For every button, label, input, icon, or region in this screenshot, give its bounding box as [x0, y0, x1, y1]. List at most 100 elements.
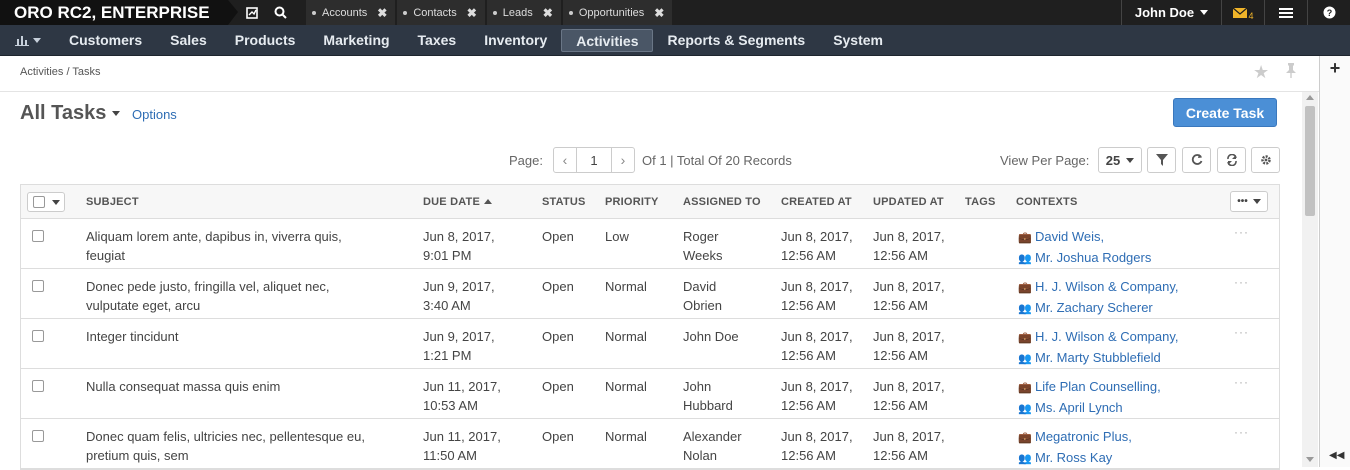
column-assigned-to[interactable]: ASSIGNED TO	[683, 196, 761, 208]
brand-logo[interactable]: ORO RC2, ENTERPRISE	[0, 0, 228, 25]
top-bar: ORO RC2, ENTERPRISE Accounts ✖ Contacts ✖ …	[0, 0, 1350, 25]
column-priority[interactable]: PRIORITY	[605, 196, 659, 208]
row-checkbox[interactable]	[32, 230, 44, 242]
user-menu[interactable]: John Doe	[1121, 0, 1221, 25]
pinned-tab-opportunities[interactable]: Opportunities ✖	[562, 0, 673, 25]
star-icon[interactable]: ★	[1253, 62, 1269, 83]
cell-due-date: Jun 9, 2017, 1:21 PM	[423, 327, 495, 365]
settings-button[interactable]	[1251, 147, 1280, 173]
prev-page-button[interactable]: ‹	[554, 148, 576, 172]
context-link[interactable]: Life Plan Counselling,	[1035, 379, 1161, 394]
dashboard-menu[interactable]	[0, 25, 55, 56]
cell-updated-at-line: 12:56 AM	[873, 398, 928, 413]
hamburger-menu-button[interactable]	[1264, 0, 1307, 25]
filter-button[interactable]	[1147, 147, 1176, 173]
column-created-at[interactable]: CREATED AT	[781, 196, 852, 208]
cell-subject-line: pretium quis, sem	[86, 448, 189, 463]
context-link[interactable]: Mr. Zachary Scherer	[1035, 300, 1153, 315]
pinned-tab-contacts[interactable]: Contacts ✖	[397, 0, 485, 25]
refresh-button[interactable]	[1182, 147, 1211, 173]
page-number-input[interactable]: 1	[576, 148, 612, 172]
context-link[interactable]: H. J. Wilson & Company,	[1035, 329, 1179, 344]
select-all-checkbox[interactable]	[33, 196, 45, 208]
menu-system[interactable]: System	[819, 29, 897, 52]
add-widget-icon[interactable]: +	[1320, 58, 1350, 79]
pinned-tab-accounts[interactable]: Accounts ✖	[306, 0, 396, 25]
table-row[interactable]: Nulla consequat massa quis enim Jun 11, …	[21, 369, 1279, 419]
pin-icon[interactable]	[1284, 62, 1298, 83]
menu-sales[interactable]: Sales	[156, 29, 221, 52]
page-title[interactable]: All Tasks	[20, 102, 121, 125]
expand-sidebar-icon[interactable]: ◀◀	[1329, 450, 1344, 461]
reset-icon	[1226, 154, 1237, 166]
pin-tab-icon[interactable]	[238, 0, 266, 25]
next-page-button[interactable]: ›	[612, 148, 634, 172]
options-link[interactable]: Options	[132, 107, 177, 122]
menu-inventory[interactable]: Inventory	[470, 29, 561, 52]
column-status[interactable]: STATUS	[542, 196, 586, 208]
help-button[interactable]: ?	[1307, 0, 1350, 25]
context-link[interactable]: Mr. Marty Stubblefield	[1035, 350, 1161, 365]
row-checkbox[interactable]	[32, 430, 44, 442]
close-icon[interactable]: ✖	[654, 6, 664, 20]
cell-due-date-line: Jun 9, 2017,	[423, 329, 495, 344]
menu-reports-segments[interactable]: Reports & Segments	[653, 29, 819, 52]
scrollbar-thumb[interactable]	[1305, 106, 1315, 216]
context-link[interactable]: Ms. April Lynch	[1035, 400, 1123, 415]
cell-assigned-to: Alexander Nolan	[683, 427, 742, 465]
menu-customers[interactable]: Customers	[55, 29, 156, 52]
row-actions-button[interactable]: ···	[1234, 375, 1249, 389]
table-row[interactable]: Donec pede justo, fringilla vel, aliquet…	[21, 269, 1279, 319]
pinned-tab-leads[interactable]: Leads ✖	[486, 0, 561, 25]
context-link[interactable]: David Weis,	[1035, 229, 1104, 244]
search-icon[interactable]	[266, 0, 294, 25]
reset-button[interactable]	[1217, 147, 1246, 173]
page-title-text: All Tasks	[20, 102, 107, 124]
context-link[interactable]: Mr. Joshua Rodgers	[1035, 250, 1151, 265]
per-page-select[interactable]: 25	[1098, 147, 1142, 173]
mass-select-dropdown[interactable]	[27, 192, 65, 212]
cell-assigned-to: David Obrien	[683, 277, 722, 315]
scroll-down-icon[interactable]	[1306, 457, 1314, 462]
close-icon[interactable]: ✖	[543, 6, 553, 20]
close-icon[interactable]: ✖	[467, 6, 477, 20]
notifications-button[interactable]: 4	[1221, 0, 1264, 25]
cell-subject-line: feugiat	[86, 248, 126, 263]
menu-marketing[interactable]: Marketing	[309, 29, 403, 52]
table-row[interactable]: Integer tincidunt Jun 9, 2017, 1:21 PM O…	[21, 319, 1279, 369]
cell-contexts: 💼 Megatronic Plus, 👥 Mr. Ross Kay	[1018, 427, 1132, 469]
close-icon[interactable]: ✖	[377, 6, 387, 20]
create-task-button[interactable]: Create Task	[1173, 98, 1277, 127]
cell-created-at-line: 12:56 AM	[781, 348, 836, 363]
scrollbar[interactable]	[1302, 92, 1318, 467]
context-link[interactable]: Megatronic Plus,	[1035, 429, 1132, 444]
table-row[interactable]: Donec quam felis, ultricies nec, pellent…	[21, 419, 1279, 469]
column-subject[interactable]: SUBJECT	[86, 196, 139, 208]
cell-due-date-line: 9:01 PM	[423, 248, 472, 263]
menu-taxes[interactable]: Taxes	[404, 29, 471, 52]
column-updated-at[interactable]: UPDATED AT	[873, 196, 944, 208]
row-actions-button[interactable]: ···	[1234, 275, 1249, 289]
column-due-date[interactable]: DUE DATE	[423, 196, 493, 208]
row-actions-button[interactable]: ···	[1234, 325, 1249, 339]
context-link[interactable]: Mr. Ross Kay	[1035, 450, 1112, 465]
cell-due-date-line: 11:50 AM	[423, 448, 477, 463]
row-actions-button[interactable]: ···	[1234, 425, 1249, 439]
sort-asc-icon	[484, 199, 493, 204]
cell-created-at: Jun 8, 2017, 12:56 AM	[781, 377, 853, 415]
row-checkbox[interactable]	[32, 330, 44, 342]
pager-label: Page:	[509, 153, 543, 168]
cell-assigned-to: John Hubbard	[683, 377, 733, 415]
grid-actions-dropdown[interactable]: •••	[1230, 191, 1268, 212]
row-actions-button[interactable]: ···	[1234, 225, 1249, 239]
cell-assigned-to-line: Obrien	[683, 298, 723, 313]
row-checkbox[interactable]	[32, 280, 44, 292]
menu-products[interactable]: Products	[221, 29, 310, 52]
context-link[interactable]: H. J. Wilson & Company,	[1035, 279, 1179, 294]
row-checkbox[interactable]	[32, 380, 44, 392]
cell-created-at-line: Jun 8, 2017,	[781, 329, 853, 344]
scroll-up-icon[interactable]	[1306, 95, 1314, 100]
table-row[interactable]: Aliquam lorem ante, dapibus in, viverra …	[21, 219, 1279, 269]
menu-activities[interactable]: Activities	[561, 28, 654, 52]
cell-due-date-line: Jun 9, 2017,	[423, 279, 495, 294]
